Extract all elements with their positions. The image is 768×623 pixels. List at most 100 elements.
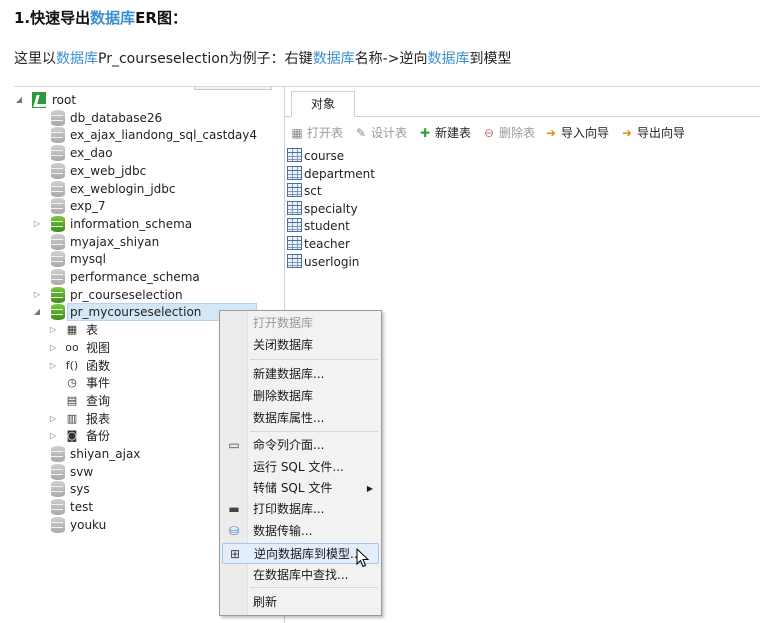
menu-item-label: 数据库属性... [253, 411, 325, 425]
menu-item[interactable]: 运行 SQL 文件... [222, 457, 379, 478]
toolbar-button-label: 导入向导 [561, 126, 610, 140]
toolbar-button-label: 删除表 [499, 126, 536, 140]
menu-separator [250, 431, 378, 432]
intro-link[interactable]: 数据库 [313, 51, 355, 67]
tree-database-label: ex_web_jdbc [70, 163, 147, 178]
table-icon [287, 218, 302, 233]
connection-icon [32, 92, 46, 108]
table-name: student [304, 219, 350, 234]
toolbar-button-icon: ✎ [355, 126, 367, 140]
tree-database-label: svw [70, 464, 94, 479]
navicat-screenshot: ◢ root db_database26 ex_ajax_liandong_sql… [14, 86, 760, 623]
table-name: specialty [304, 201, 358, 216]
submenu-arrow-icon: ▶ [366, 484, 373, 493]
menu-item[interactable]: 转储 SQL 文件 ▶ [222, 478, 379, 499]
expand-arrow-icon[interactable]: ▷ [48, 321, 58, 339]
object-group-icon: ◷ [67, 376, 77, 390]
menu-item-label: 刷新 [253, 595, 278, 609]
database-icon [51, 162, 65, 179]
tree-database-label: information_schema [70, 216, 193, 231]
expand-arrow-icon[interactable]: ▷ [48, 339, 58, 357]
database-icon [51, 269, 65, 285]
database-icon [51, 481, 65, 498]
database-icon [51, 109, 65, 126]
menu-separator [250, 359, 378, 360]
database-icon [51, 145, 65, 162]
tree-database-label: youku [70, 517, 107, 532]
menu-item[interactable]: 数据库属性... [222, 408, 379, 429]
menu-item[interactable]: ▭ 命令列介面... [222, 435, 379, 456]
table-icon [287, 183, 302, 198]
article-intro: 这里以数据库Pr_courseselection为例子：右键数据库名称->逆向数… [14, 48, 511, 68]
menu-item-label: 数据传输... [253, 524, 313, 538]
intro-link[interactable]: 数据库 [427, 51, 469, 67]
expand-arrow-icon[interactable]: ▷ [48, 357, 58, 375]
table-name: department [304, 166, 375, 181]
tree-object-group-label: 备份 [86, 429, 111, 444]
heading-suffix: ER图： [135, 9, 187, 27]
collapse-arrow-icon[interactable]: ◢ [14, 91, 24, 109]
menu-item-label: 命令列介面... [253, 438, 325, 452]
tree-object-group-label: 函数 [86, 358, 111, 373]
table-name: course [304, 149, 345, 163]
expand-arrow-icon[interactable]: ▷ [48, 427, 58, 445]
intro-text: 这里以 [14, 51, 56, 67]
menu-item[interactable]: 打开数据库 [222, 313, 379, 334]
tree-database-label: sys [70, 482, 90, 497]
expand-arrow-icon[interactable]: ▷ [32, 215, 42, 233]
menu-item[interactable]: ▬ 打印数据库... [222, 499, 379, 520]
toolbar-button-icon: ▦ [291, 126, 303, 140]
intro-text: Pr_courseselection为例子：右键 [98, 51, 313, 67]
menu-item[interactable]: 删除数据库 [222, 386, 379, 407]
heading-prefix: 1.快速导出 [14, 9, 91, 27]
database-icon [51, 251, 65, 268]
tree-database-label: exp_7 [70, 199, 106, 214]
table-icon [287, 148, 302, 162]
tree-database-label: mysql [70, 252, 106, 267]
menu-item-label: 关闭数据库 [253, 338, 314, 352]
toolbar-button-label: 打开表 [307, 126, 344, 140]
menu-item-label: 在数据库中查找... [253, 568, 349, 582]
menu-item[interactable]: ⛁ 数据传输... [222, 521, 379, 542]
menu-item-label: 删除数据库 [253, 389, 314, 403]
expand-arrow-icon[interactable]: ▷ [32, 286, 42, 304]
menu-item-label: 运行 SQL 文件... [253, 460, 344, 474]
menu-item[interactable]: 新建数据库... [222, 364, 379, 385]
toolbar-button-label: 新建表 [435, 126, 472, 140]
menu-item-icon: ▬ [228, 502, 240, 516]
tree-database-label: db_database26 [70, 110, 163, 125]
tree-object-group-label: 报表 [86, 411, 111, 426]
tree-object-group-label: 表 [86, 323, 99, 338]
menu-separator [250, 587, 378, 588]
tree-object-group-label: 视图 [86, 340, 111, 355]
object-toolbar: ▦ 打开表 ✎ 设计表 ✚ 新建表 ⊖ 删除表 ➜ 导入向导 ➜ 导出向导 [285, 120, 760, 146]
menu-item-icon: ⊞ [229, 547, 241, 561]
intro-text: 名称->逆向 [354, 51, 428, 67]
tree-database-label: ex_weblogin_jdbc [70, 181, 176, 196]
table-name: userlogin [304, 254, 360, 269]
menu-item[interactable]: 在数据库中查找... [222, 565, 379, 586]
table-name: teacher [304, 237, 350, 251]
menu-item[interactable]: 刷新 [222, 592, 379, 613]
intro-link[interactable]: 数据库 [56, 51, 98, 67]
database-icon [51, 446, 65, 462]
expand-arrow-icon[interactable]: ▷ [48, 410, 58, 428]
tree-database-label: test [70, 500, 94, 515]
article-heading: 1.快速导出数据库ER图： [14, 7, 187, 28]
database-icon [51, 127, 65, 144]
tree-object-group-label: 事件 [86, 376, 111, 391]
database-icon [51, 233, 65, 250]
tab-objects[interactable]: 对象 [291, 91, 355, 117]
menu-item-icon: ⛁ [228, 524, 240, 538]
toolbar-button-icon: ⊖ [483, 126, 495, 140]
object-group-icon: ◙ [66, 429, 78, 443]
collapse-arrow-icon[interactable]: ◢ [32, 303, 42, 321]
heading-highlight[interactable]: 数据库 [90, 9, 135, 27]
tree-database-label: ex_dao [70, 146, 113, 161]
tree-database-label: ex_ajax_liandong_sql_castday4 [70, 128, 258, 143]
menu-item[interactable]: 关闭数据库 [222, 335, 379, 356]
context-menu: 打开数据库关闭数据库新建数据库... 删除数据库数据库属性... ▭ 命令列介面...… [219, 310, 382, 616]
tree-database-label: shiyan_ajax [70, 447, 141, 461]
menu-item-icon: ▭ [228, 438, 240, 452]
toolbar-button-label: 导出向导 [637, 126, 686, 140]
